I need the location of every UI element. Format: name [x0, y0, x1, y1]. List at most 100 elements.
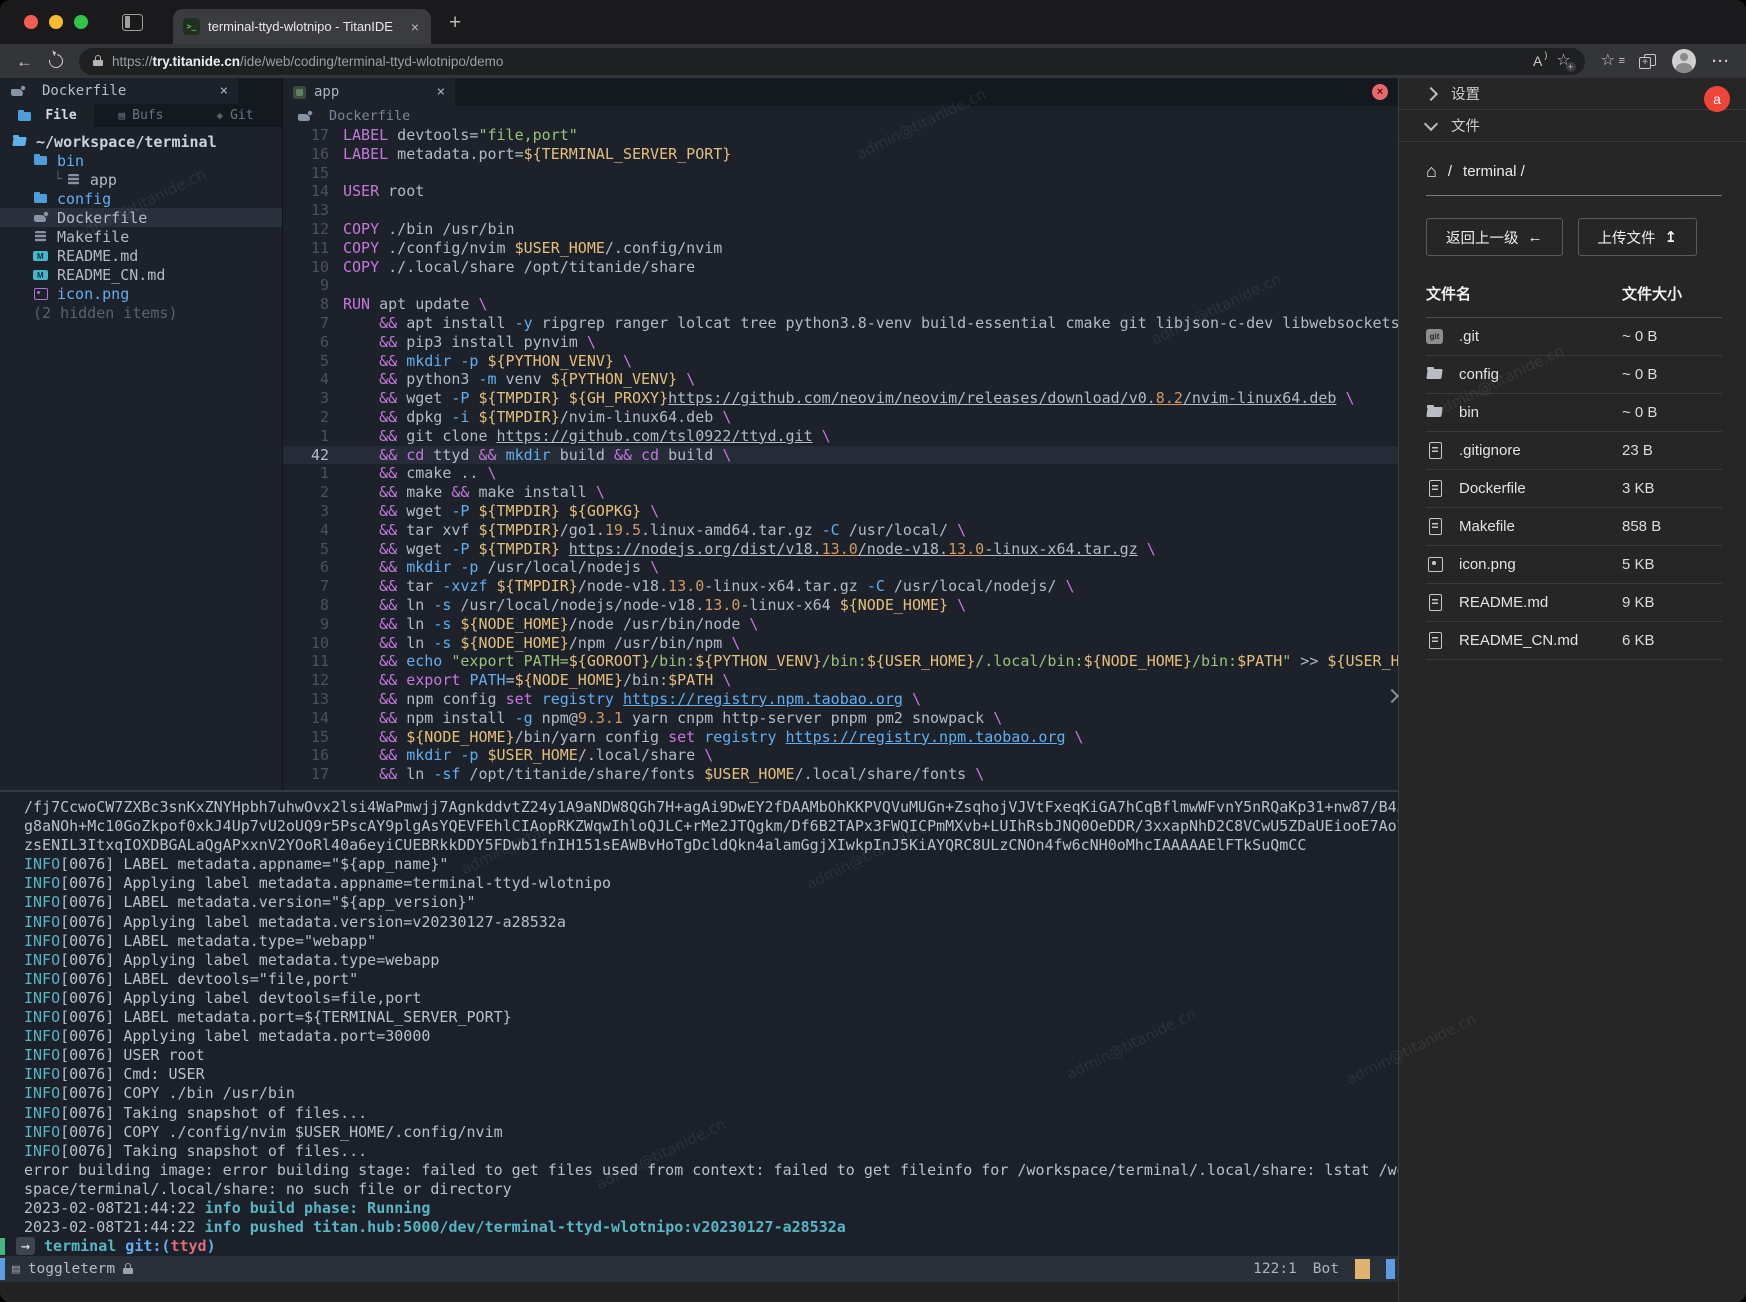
upload-file-button[interactable]: 上传文件 ↥	[1578, 218, 1698, 256]
tree-item-Makefile[interactable]: Makefile	[0, 227, 282, 246]
address-bar[interactable]: https://try.titanide.cn/ide/web/coding/t…	[79, 48, 1585, 75]
add-favorite-icon[interactable]: ☆	[1556, 53, 1570, 69]
terminal-output[interactable]: /fj7CcwoCW7ZXBc3snKxZNYHpbh7uhwOvx2lsi4W…	[0, 792, 1398, 1256]
folder-open-icon	[12, 135, 28, 148]
code-line: 16LABEL metadata.port=${TERMINAL_SERVER_…	[283, 145, 1398, 164]
file-row-bin[interactable]: bin~ 0 B	[1426, 394, 1722, 432]
terminal-line: INFO[0076] LABEL metadata.port=${TERMINA…	[0, 1008, 1398, 1027]
back-arrow-icon: ←	[1528, 229, 1543, 246]
terminal-statusbar: ▤ toggleterm 122:1 Bot	[0, 1256, 1398, 1282]
section-files[interactable]: 文件	[1399, 110, 1746, 142]
reload-button[interactable]	[46, 51, 65, 70]
terminal-line: zsENIL3ItxqIOXDBGALaQgAPxxnV2YOoRl40a6ey…	[0, 836, 1398, 855]
tab-overview-icon[interactable]	[122, 14, 143, 31]
tree-item-Dockerfile[interactable]: Dockerfile	[0, 208, 282, 227]
code-line: 5 && mkdir -p ${PYTHON_VENV} \	[283, 352, 1398, 371]
tree-item-README_CN.md[interactable]: README_CN.md	[0, 265, 282, 284]
tab-bufs[interactable]: ▤ Bufs	[94, 104, 188, 127]
line-number: 7	[283, 577, 343, 596]
file-explorer-sidebar: Dockerfile × File ▤ Bufs	[0, 78, 283, 790]
read-aloud-icon[interactable]: A	[1533, 53, 1547, 69]
code-line: 15 && ${NODE_HOME}/bin/yarn config set r…	[283, 728, 1398, 747]
file-row-.gitignore[interactable]: .gitignore23 B	[1426, 432, 1722, 470]
column-filename: 文件名	[1426, 283, 1622, 304]
folder-icon	[1426, 404, 1446, 421]
code-line: 7 && apt install -y ripgrep ranger lolca…	[283, 314, 1398, 333]
home-icon[interactable]: ⌂	[1426, 164, 1437, 179]
tab-file[interactable]: File	[0, 104, 94, 127]
file-row-Makefile[interactable]: Makefile858 B	[1426, 508, 1722, 546]
code-line: 3 && wget -P ${TMPDIR} ${GOPKG} \	[283, 502, 1398, 521]
editor-tab-close-icon[interactable]: ×	[437, 84, 445, 100]
code-line: 7 && tar -xvzf ${TMPDIR}/node-v18.13.0-l…	[283, 577, 1398, 596]
editor-tab-app[interactable]: app ×	[283, 78, 455, 106]
browser-tab[interactable]: >_ terminal-ttyd-wlotnipo - TitanIDE ×	[173, 9, 431, 44]
file-row-.git[interactable]: .git~ 0 B	[1426, 318, 1722, 356]
terminal-line: /fj7CcwoCW7ZXBc3snKxZNYHpbh7uhwOvx2lsi4W…	[0, 798, 1398, 817]
tree-item-README.md[interactable]: README.md	[0, 246, 282, 265]
user-avatar-badge[interactable]: a	[1704, 86, 1730, 112]
tree-item-label: README.md	[57, 247, 138, 265]
line-number: 6	[283, 558, 343, 577]
lock-icon	[123, 1265, 133, 1274]
file-size: 9 KB	[1622, 594, 1722, 611]
tree-item-bin[interactable]: bin	[0, 151, 282, 170]
file-row-Dockerfile[interactable]: Dockerfile3 KB	[1426, 470, 1722, 508]
cursor-position: 122:1	[1253, 1261, 1297, 1277]
favorites-bar-icon[interactable]: ☆	[1601, 53, 1623, 69]
section-settings[interactable]: 设置	[1399, 78, 1746, 110]
scrollbar-thumb[interactable]	[1386, 1259, 1395, 1279]
chevron-down-icon	[1424, 116, 1438, 130]
line-number: 15	[283, 728, 343, 747]
tree-item-app[interactable]: └app	[0, 170, 282, 189]
zoom-window-button[interactable]	[74, 15, 88, 29]
line-number: 13	[283, 690, 343, 709]
panel-collapse-handle[interactable]	[1387, 688, 1397, 706]
terminal-line: INFO[0076] LABEL metadata.type="webapp"	[0, 932, 1398, 951]
close-tab-button[interactable]: ×	[409, 19, 421, 35]
tree-item-workspaceterminal[interactable]: ~/workspace/terminal	[0, 132, 282, 151]
code-lines[interactable]: 17LABEL devtools="file,port"16LABEL meta…	[283, 126, 1398, 790]
file-row-config[interactable]: config~ 0 B	[1426, 356, 1722, 394]
line-number: 3	[283, 389, 343, 408]
chevron-right-icon	[1424, 86, 1438, 100]
code-line: 8 && ln -s /usr/local/nodejs/node-v18.13…	[283, 596, 1398, 615]
tree-item-label: app	[90, 171, 117, 189]
profile-avatar[interactable]	[1672, 49, 1696, 73]
file-icon	[1426, 480, 1446, 497]
list-icon	[66, 173, 82, 186]
browser-menu-icon[interactable]: ···	[1712, 53, 1730, 70]
file-row-README.md[interactable]: README.md9 KB	[1426, 584, 1722, 622]
line-number: 14	[283, 709, 343, 728]
tree-item-icon.png[interactable]: icon.png	[0, 284, 282, 303]
file-row-README_CN.md[interactable]: README_CN.md6 KB	[1426, 622, 1722, 660]
file-row-icon.png[interactable]: icon.png5 KB	[1426, 546, 1722, 584]
minimize-window-button[interactable]	[49, 15, 63, 29]
tree-item-config[interactable]: config	[0, 189, 282, 208]
file-name: Dockerfile	[1459, 480, 1622, 497]
code-line: 8RUN apt update \	[283, 295, 1398, 314]
new-tab-button[interactable]: +	[449, 12, 461, 33]
file-size: 5 KB	[1622, 556, 1722, 573]
tab-git[interactable]: ◈ Git	[188, 104, 282, 127]
close-window-button[interactable]	[24, 15, 38, 29]
terminal-line: INFO[0076] LABEL metadata.appname="${app…	[0, 855, 1398, 874]
tree-item-label: bin	[57, 152, 84, 170]
go-up-button[interactable]: 返回上一级 ←	[1426, 218, 1563, 256]
tree-item-label: ~/workspace/terminal	[36, 133, 217, 151]
code-line: 13 && npm config set registry https://re…	[283, 690, 1398, 709]
sidebar-buffer-tab[interactable]: Dockerfile ×	[0, 78, 238, 104]
back-button[interactable]: ←	[16, 53, 33, 70]
statusbar-label: toggleterm	[28, 1261, 115, 1277]
terminal-line: INFO[0076] Applying label metadata.versi…	[0, 913, 1398, 932]
code-line: 4 && python3 -m venv ${PYTHON_VENV} \	[283, 370, 1398, 389]
close-all-button[interactable]: ×	[1372, 84, 1388, 100]
collections-icon[interactable]	[1639, 54, 1656, 69]
buffer-tab-close-icon[interactable]: ×	[220, 83, 228, 99]
tree-item-2hiddenitems[interactable]: (2 hidden items)	[0, 303, 282, 322]
code-line: 12COPY ./bin /usr/bin	[283, 220, 1398, 239]
url-text[interactable]: https://try.titanide.cn/ide/web/coding/t…	[112, 54, 1524, 69]
line-number: 5	[283, 352, 343, 371]
file-tree[interactable]: ~/workspace/terminalbin└appconfigDockerf…	[0, 127, 282, 322]
code-line: 11COPY ./config/nvim $USER_HOME/.config/…	[283, 239, 1398, 258]
